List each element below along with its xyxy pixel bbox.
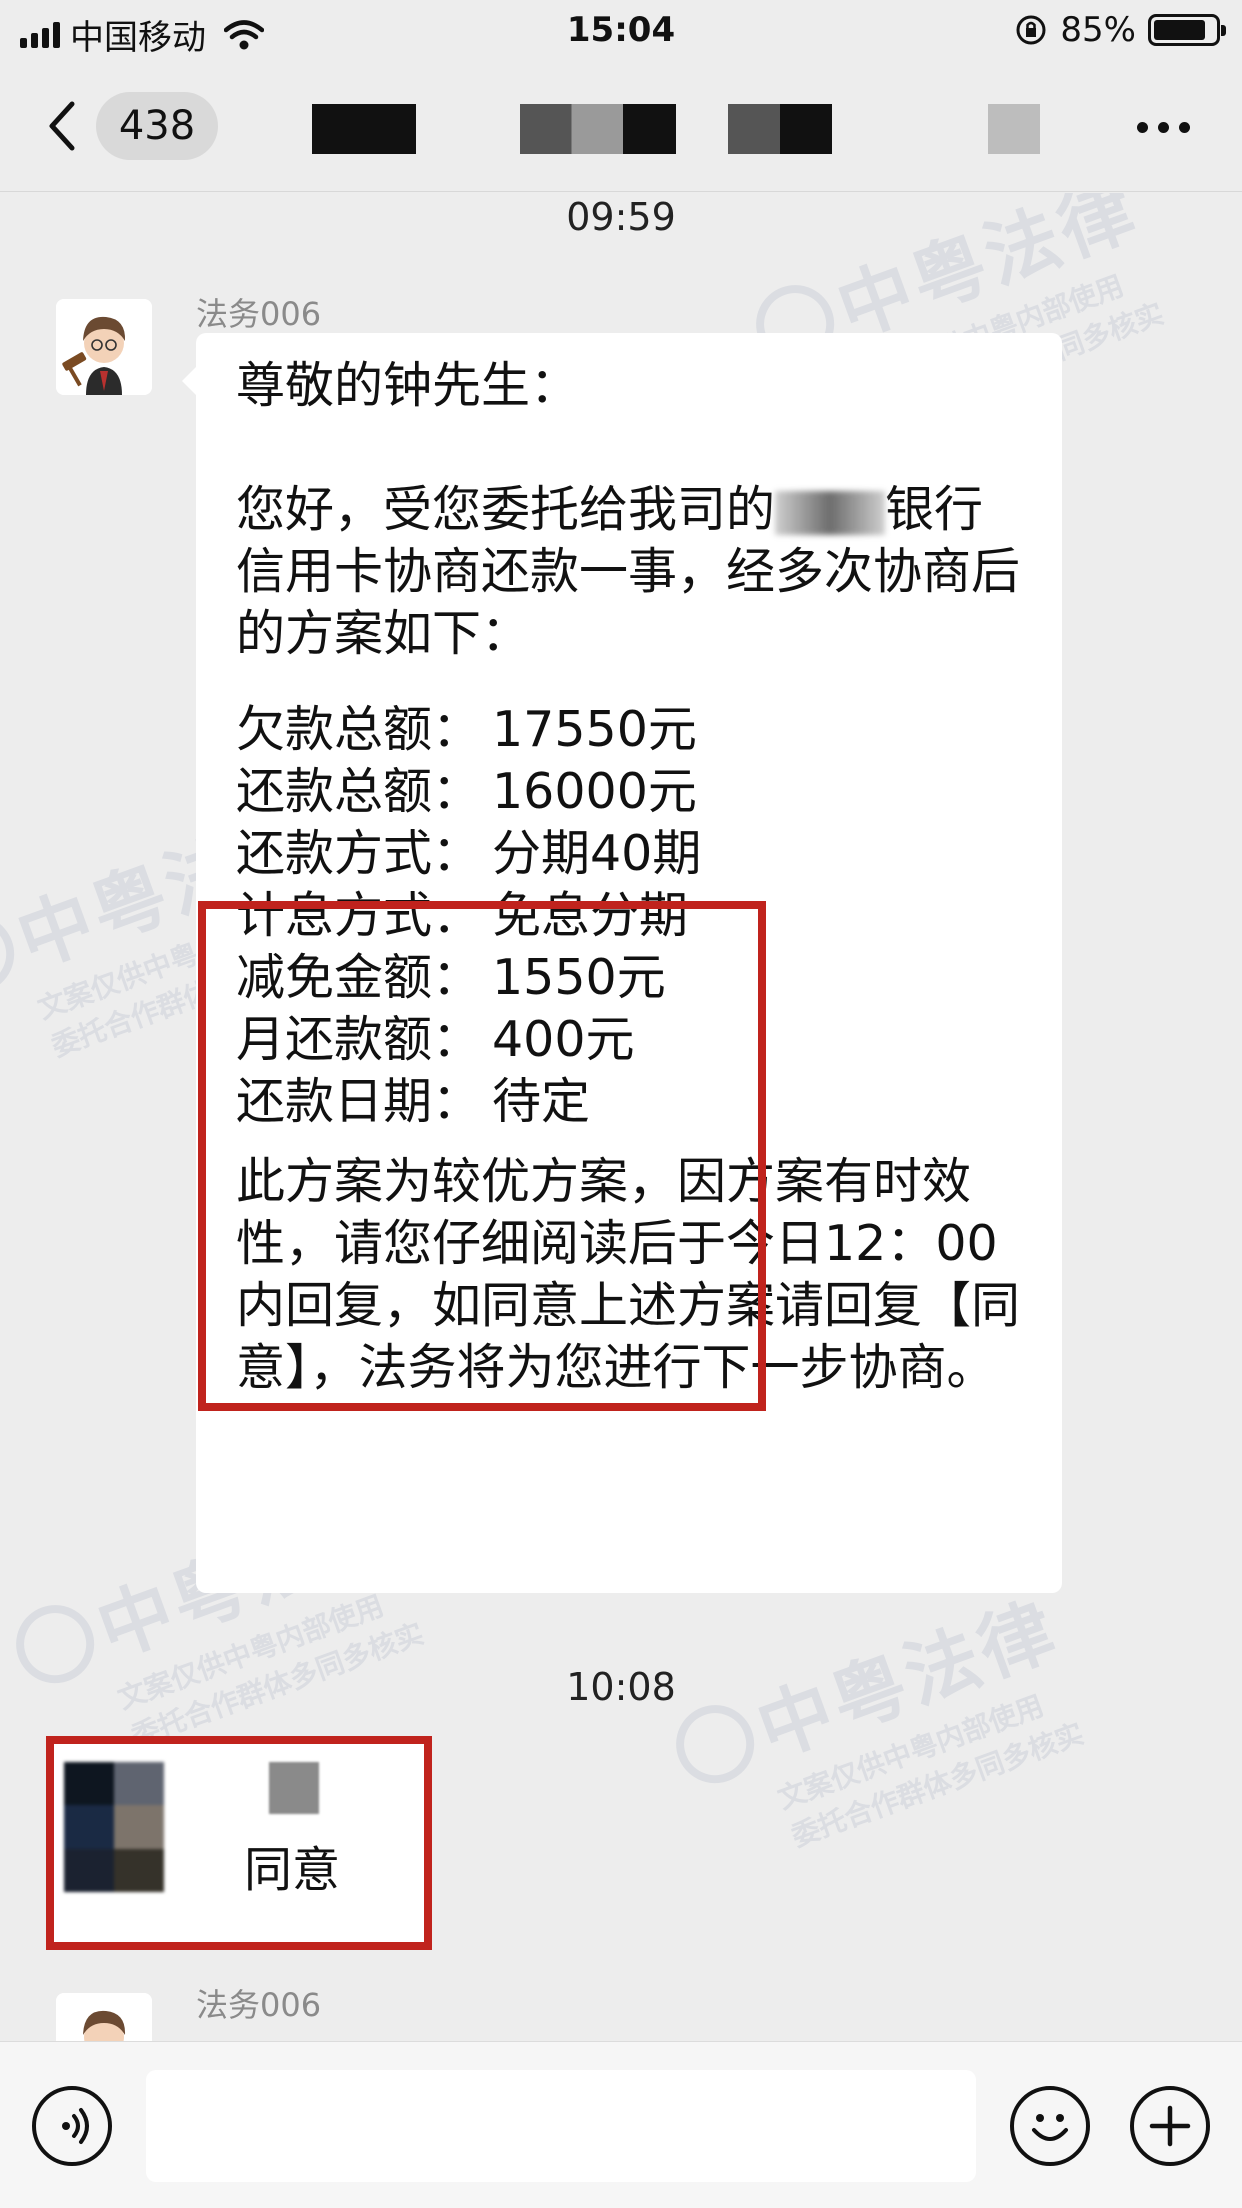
message-timestamp: 09:59 <box>566 195 676 239</box>
repayment-plan-list: 欠款总额： 17550元 还款总额： 16000元 还款方式： 分期40期 计息方式： 免息分… <box>236 699 1022 1133</box>
sender-name: 法务006 <box>196 1986 322 2024</box>
redacted-bank-name <box>775 490 886 535</box>
message-greeting: 尊敬的钟先生： <box>236 357 580 414</box>
plan-value: 16000元 <box>492 763 697 820</box>
plus-icon[interactable] <box>1130 2086 1210 2166</box>
more-icon[interactable] <box>1137 122 1190 133</box>
plan-row: 还款总额： 16000元 <box>236 761 1022 823</box>
plan-row: 减免金额： 1550元 <box>236 947 1022 1009</box>
avatar[interactable] <box>56 299 152 395</box>
plan-row: 还款方式： 分期40期 <box>236 823 1022 885</box>
plan-label: 减免金额： <box>236 949 482 1006</box>
chat-area[interactable]: 中粤法律 文案仅供中粤内部使用 委托合作群体多同多核实 中粤法律 文案仅供中粤内… <box>0 193 1242 2041</box>
battery-icon <box>1148 14 1226 46</box>
message-bubble[interactable]: 尊敬的钟先生： 您好，受您委托给我司的 银行信用卡协商还款一事，经多次协商后的方案… <box>182 333 1062 1593</box>
plan-label: 还款方式： <box>236 825 482 882</box>
redacted-title-block <box>728 104 832 154</box>
message-intro: 您好，受您委托给我司的 银行信用卡协商还款一事，经多次协商后的方案如下： <box>236 481 1021 662</box>
avatar[interactable] <box>56 1993 152 2041</box>
lawyer-avatar-icon <box>56 1993 152 2041</box>
battery-percent: 85% <box>1060 10 1136 50</box>
message-closing: 此方案为较优方案，因方案有时效性，请您仔细阅读后于今日12：00内回复，如同意上… <box>236 1153 1021 1396</box>
watermark: 中粤法律 文案仅供中粤内部使用 委托合作群体多同多核实 <box>660 1571 1098 1883</box>
reply-message-highlight[interactable]: 同意 <box>46 1736 432 1950</box>
plan-value: 分期40期 <box>492 825 702 882</box>
reply-text: 同意 <box>244 1842 341 1898</box>
message-input[interactable] <box>146 2070 976 2182</box>
status-bar: 中国移动 15:04 85% <box>0 0 1242 62</box>
plan-value: 400元 <box>492 1011 635 1068</box>
plan-label: 还款总额： <box>236 763 482 820</box>
plan-value: 17550元 <box>492 701 697 758</box>
blurred-avatar <box>64 1762 164 1892</box>
sender-name: 法务006 <box>196 295 322 333</box>
message-timestamp: 10:08 <box>566 1665 676 1709</box>
redacted-title-block <box>988 104 1040 154</box>
unread-count-badge[interactable]: 438 <box>96 92 218 160</box>
plan-label: 月还款额： <box>236 1011 482 1068</box>
plan-value: 免息分期 <box>492 887 689 944</box>
lawyer-avatar-icon <box>56 299 152 395</box>
emoji-icon[interactable] <box>1010 2086 1090 2166</box>
status-right-group: 85% <box>1014 10 1226 50</box>
plan-row: 计息方式： 免息分期 <box>236 885 1022 947</box>
plan-value: 待定 <box>492 1073 591 1130</box>
plan-label: 计息方式： <box>236 887 482 944</box>
plan-label: 欠款总额： <box>236 701 482 758</box>
plan-value: 1550元 <box>492 949 666 1006</box>
plan-row: 欠款总额： 17550元 <box>236 699 1022 761</box>
redacted-title-block <box>312 104 416 154</box>
chat-header: 438 <box>0 62 1242 192</box>
redacted-title-block <box>520 104 676 154</box>
plan-row: 还款日期： 待定 <box>236 1071 1022 1133</box>
plan-label: 还款日期： <box>236 1073 482 1130</box>
orientation-lock-icon <box>1016 15 1046 45</box>
plan-row: 月还款额： 400元 <box>236 1009 1022 1071</box>
voice-icon[interactable] <box>32 2086 112 2166</box>
blurred-sender-name <box>269 1762 319 1814</box>
input-bar <box>0 2041 1242 2208</box>
back-chevron-icon[interactable] <box>40 98 84 154</box>
